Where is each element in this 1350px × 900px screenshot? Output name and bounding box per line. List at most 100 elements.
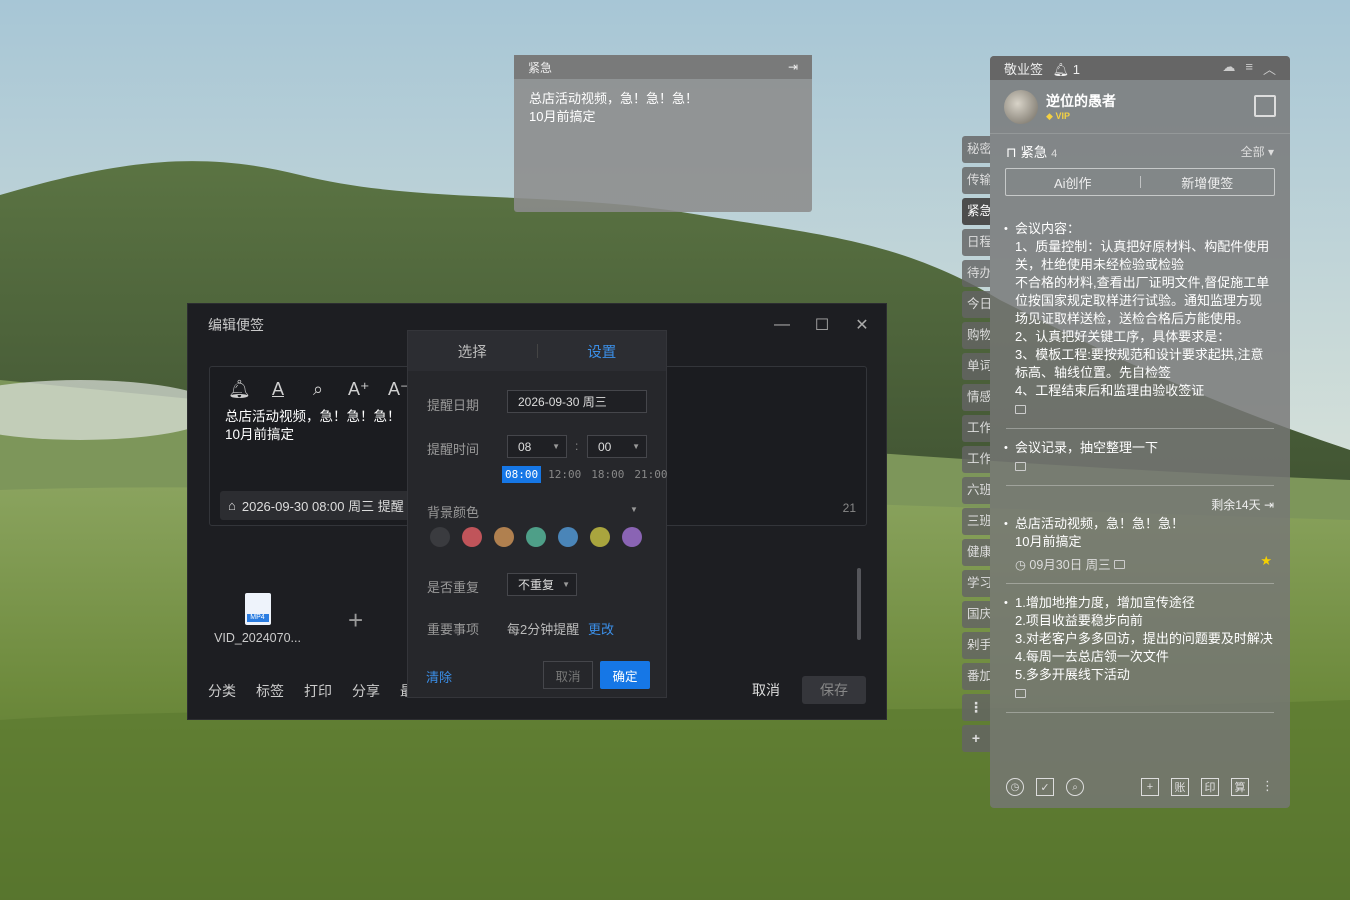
minute-value: 00 [598, 439, 612, 454]
side-tab[interactable]: 传输 [962, 167, 990, 194]
swatch-orange[interactable] [494, 527, 514, 547]
date-field[interactable]: 2026-09-30 周三 [507, 390, 647, 413]
tag-icon [1114, 560, 1126, 569]
quick-time-0800[interactable]: 08:00 [502, 466, 542, 483]
search-icon[interactable]: ⌕ [1066, 778, 1084, 796]
new-note-button[interactable]: 新增便签 [1141, 173, 1275, 192]
notes-list: 会议内容： 1、质量控制：认真把好原材料、构配件使用关，杜绝使用未经检验或检验 … [990, 216, 1290, 761]
add-icon[interactable]: + [1141, 778, 1159, 796]
panel-titlebar[interactable]: 敬业签 🔔︎ 1 ☁ ≡ ︿ [990, 56, 1290, 80]
user-row[interactable]: 逆位的愚者 ◆ VIP [990, 80, 1290, 134]
share-button[interactable]: 分享 [352, 681, 380, 701]
list-item[interactable]: 1.增加地推力度，增加宣传途径 2.项目收益要稳步向前 3.对老客户多多回访，提… [990, 594, 1290, 703]
side-tab[interactable]: 工作 [962, 415, 990, 442]
side-tab[interactable]: 剁手 [962, 632, 990, 659]
font-size-down-icon[interactable]: A⁻ [388, 379, 410, 400]
side-tab[interactable]: 番加 [962, 663, 990, 690]
sticky-note-content[interactable]: 总店活动视频，急！急！急！ 10月前搞定 [514, 79, 812, 137]
list-item[interactable]: 总店活动视频，急！急！急！ 10月前搞定 ◷ 09月30日 周三 ★ [990, 515, 1290, 574]
chevron-down-icon[interactable]: ▼ [630, 505, 638, 514]
menu-icon[interactable]: ≡ [1245, 59, 1253, 78]
side-tab-active[interactable]: 紧急 [962, 198, 990, 225]
minimize-icon[interactable]: — [772, 316, 792, 334]
reminder-chip[interactable]: ⌂ 2026-09-30 08:00 周三 提醒 [220, 491, 420, 520]
maximize-icon[interactable]: ☐ [812, 315, 832, 335]
editor-save-button[interactable]: 保存 [802, 676, 866, 704]
change-link[interactable]: 更改 [588, 619, 614, 638]
editor-cancel-button[interactable]: 取消 [752, 680, 780, 700]
category-button[interactable]: 分类 [208, 681, 236, 701]
side-tab[interactable]: 情感 [962, 384, 990, 411]
swatch-red[interactable] [462, 527, 482, 547]
tab-select[interactable]: 选择 [408, 341, 537, 362]
swatch-purple[interactable] [622, 527, 642, 547]
hour-select[interactable]: 08 ▼ [507, 435, 567, 458]
search-icon[interactable]: ⌕ [308, 379, 328, 400]
side-tab[interactable]: 健康 [962, 539, 990, 566]
side-tab[interactable]: 今日 [962, 291, 990, 318]
more-vertical-icon[interactable]: ⋮ [1261, 778, 1274, 796]
star-icon[interactable]: ★ [1260, 552, 1272, 570]
collapse-icon[interactable]: ︿ [1263, 59, 1276, 78]
add-attachment-icon[interactable]: + [348, 605, 363, 636]
exit-icon[interactable]: ⇥ [1264, 498, 1274, 512]
add-category-icon[interactable]: + [962, 725, 990, 752]
side-tab[interactable]: 购物 [962, 322, 990, 349]
quick-time-1200[interactable]: 12:00 [545, 466, 584, 483]
filter-dropdown[interactable]: 全部 [1241, 145, 1265, 159]
side-tab[interactable]: 六班 [962, 477, 990, 504]
editor-scrollbar[interactable] [857, 568, 861, 640]
ai-create-button[interactable]: Ai创作 [1006, 173, 1140, 192]
swatch-dark[interactable] [430, 527, 450, 547]
print-icon[interactable]: 印 [1201, 778, 1219, 796]
bg-color-label: 背景颜色 [427, 505, 480, 520]
swatch-blue[interactable] [558, 527, 578, 547]
chevron-down-icon[interactable]: ▾ [1268, 145, 1274, 159]
repeat-select[interactable]: 不重复 ▼ [507, 573, 577, 596]
popup-cancel-button[interactable]: 取消 [543, 661, 593, 689]
cloud-sync-icon[interactable]: ☁ [1222, 59, 1235, 78]
list-item[interactable]: 会议记录，抽空整理一下 [990, 439, 1290, 476]
list-item[interactable]: 会议内容： 1、质量控制：认真把好原材料、构配件使用关，杜绝使用未经检验或检验 … [990, 220, 1290, 419]
quick-time-2100[interactable]: 21:00 [631, 466, 670, 483]
print-button[interactable]: 打印 [304, 681, 332, 701]
avatar[interactable] [1004, 89, 1038, 124]
sticky-note-titlebar[interactable]: 紧急 ⇥ [514, 55, 812, 79]
side-tab[interactable]: 待办 [962, 260, 990, 287]
minute-select[interactable]: 00 ▼ [587, 435, 647, 458]
side-tab[interactable]: 三班 [962, 508, 990, 535]
clock-icon[interactable]: ◷ [1006, 778, 1024, 796]
sticky-note-window[interactable]: 紧急 ⇥ 总店活动视频，急！急！急！ 10月前搞定 [514, 55, 812, 212]
date-value: 2026-09-30 周三 [518, 395, 607, 409]
days-remaining: 剩余14天 ⇥ [1211, 498, 1274, 512]
swatch-olive[interactable] [590, 527, 610, 547]
tab-settings[interactable]: 设置 [538, 341, 667, 362]
tag-button[interactable]: 标签 [256, 681, 284, 701]
side-tab[interactable]: 工作 [962, 446, 990, 473]
calendar-icon[interactable] [1254, 95, 1276, 117]
side-tab[interactable]: 国庆 [962, 601, 990, 628]
checkbox-icon[interactable]: ✓ [1036, 778, 1054, 796]
vip-badge: VIP [1055, 111, 1070, 121]
calculator-icon[interactable]: 算 [1231, 778, 1249, 796]
popup-ok-button[interactable]: 确定 [600, 661, 650, 689]
more-vertical-icon[interactable]: ⋮ [962, 694, 990, 721]
side-tab[interactable]: 单词 [962, 353, 990, 380]
notification-icon[interactable]: 🔔︎ [1053, 62, 1070, 77]
side-tab[interactable]: 秘密 [962, 136, 990, 163]
side-tab[interactable]: 学习 [962, 570, 990, 597]
exit-icon[interactable]: ⇥ [788, 60, 798, 74]
attachment-item[interactable]: MP4 VID_2024070... [210, 593, 305, 645]
font-color-icon[interactable]: A [268, 379, 288, 400]
font-size-up-icon[interactable]: A⁺ [348, 379, 370, 400]
swatch-teal[interactable] [526, 527, 546, 547]
side-tab[interactable]: 日程 [962, 229, 990, 256]
popup-tabs: 选择 设置 [408, 331, 666, 371]
bell-icon[interactable]: 🔔︎ [228, 379, 251, 400]
close-icon[interactable]: ✕ [852, 315, 872, 335]
clear-button[interactable]: 清除 [426, 667, 452, 686]
bookmark-icon: ⊓ [1006, 145, 1017, 160]
quick-time-1800[interactable]: 18:00 [588, 466, 627, 483]
ledger-icon[interactable]: 账 [1171, 778, 1189, 796]
editor-title: 编辑便签 [208, 317, 264, 333]
